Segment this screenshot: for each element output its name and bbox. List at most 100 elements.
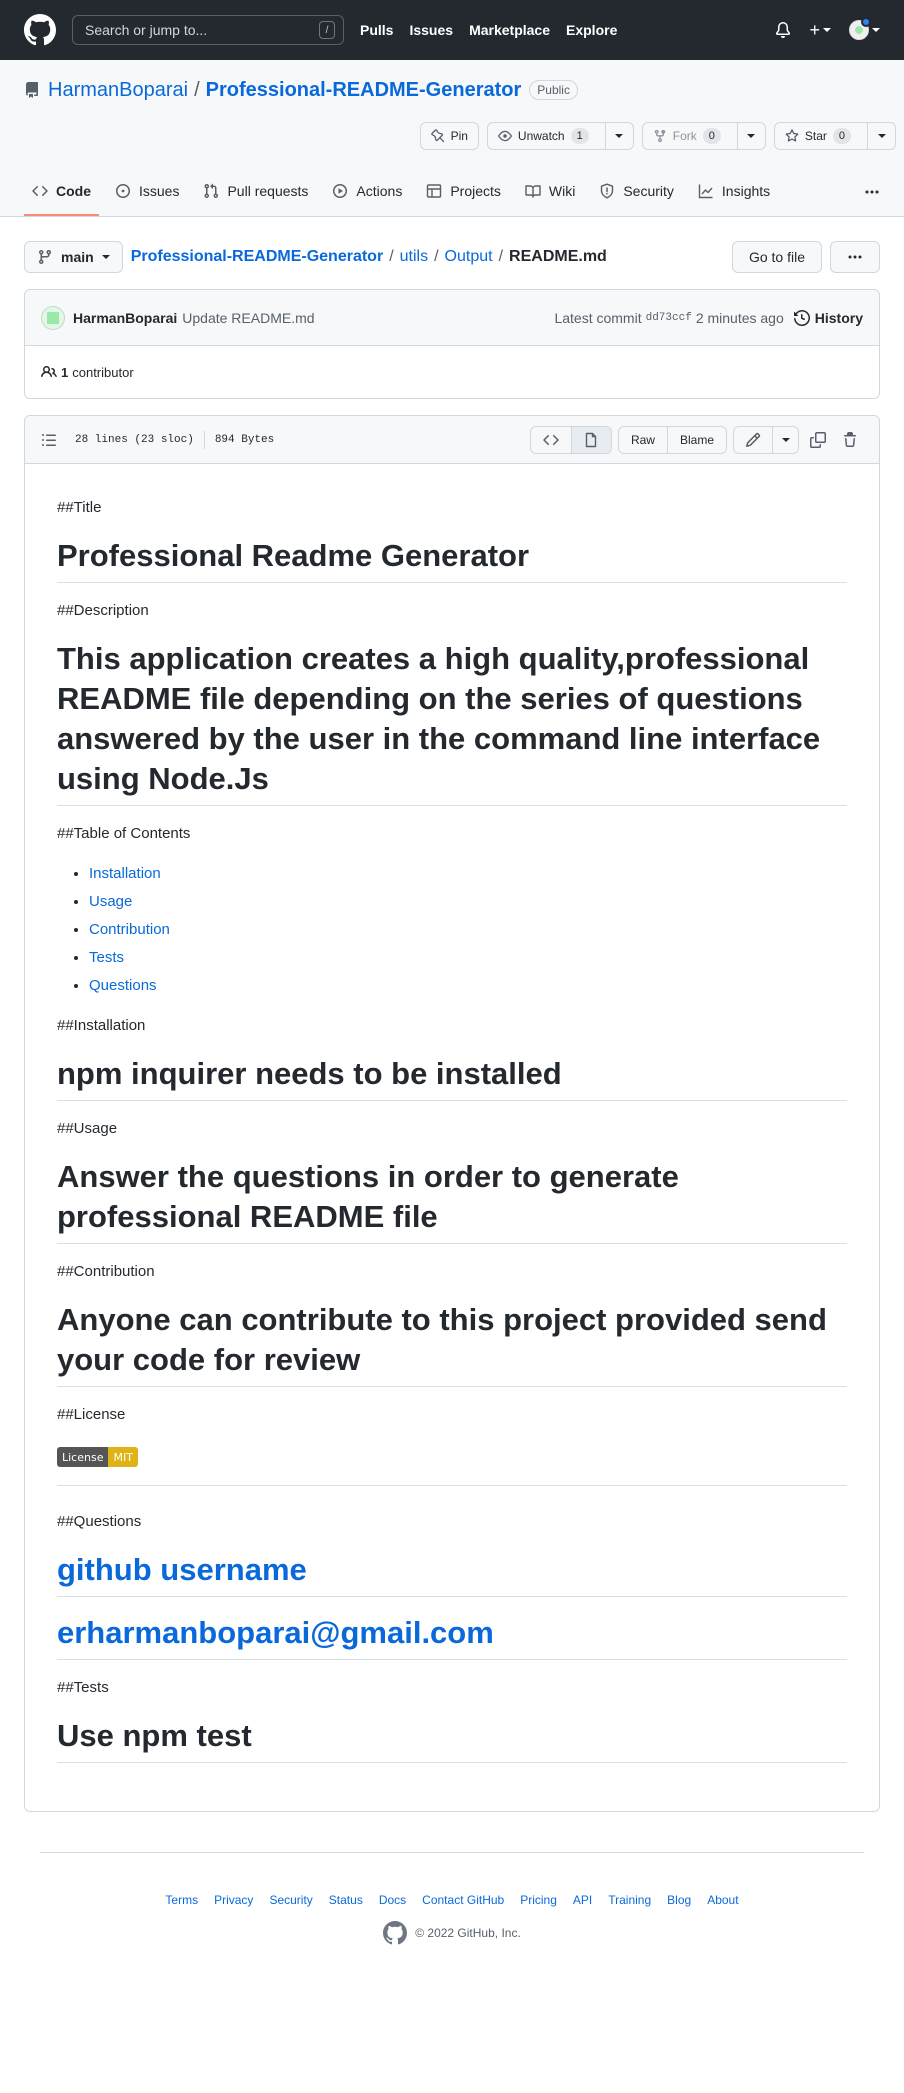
copy-button[interactable]: [805, 426, 831, 454]
tab-label: Code: [56, 183, 91, 199]
go-to-file-button[interactable]: Go to file: [731, 241, 822, 273]
breadcrumb: Professional-README-Generator / utils / …: [131, 248, 607, 266]
license-badge[interactable]: License MIT: [57, 1447, 138, 1467]
source-view-button[interactable]: [530, 426, 571, 453]
raw-button[interactable]: Raw: [618, 426, 667, 453]
tab-pull-requests[interactable]: Pull requests: [195, 168, 316, 216]
latest-commit-label: Latest commit: [554, 309, 642, 326]
more-tabs-button[interactable]: [864, 168, 880, 216]
code-icon: [543, 434, 559, 445]
watch-button[interactable]: Unwatch 1: [486, 122, 634, 150]
file-size: 894 Bytes: [214, 433, 275, 446]
search-input[interactable]: Search or jump to... /: [72, 15, 344, 45]
list-unordered-icon[interactable]: [41, 432, 57, 448]
footer-link-privacy[interactable]: Privacy: [214, 1893, 253, 1907]
tab-projects[interactable]: Projects: [418, 168, 509, 216]
file-icon: [586, 432, 597, 447]
blame-button[interactable]: Blame: [666, 426, 726, 453]
more-options-button[interactable]: [830, 241, 880, 273]
chevron-down-icon: [101, 255, 110, 259]
nav-marketplace[interactable]: Marketplace: [469, 22, 550, 38]
repo-name-link[interactable]: Professional-README-Generator: [206, 79, 522, 102]
avatar[interactable]: [41, 305, 65, 330]
star-button[interactable]: Star 0: [773, 122, 896, 150]
footer-copyright: © 2022 GitHub, Inc.: [40, 1921, 864, 1945]
md-email-link[interactable]: erharmanboparai@gmail.com: [57, 1613, 847, 1660]
edit-dropdown[interactable]: [772, 426, 798, 453]
footer-link-api[interactable]: API: [573, 1893, 592, 1907]
pull-request-icon: [204, 183, 219, 199]
repo-title: HarmanBoparai / Professional-README-Gene…: [0, 76, 904, 104]
toc-link-installation[interactable]: Installation: [89, 865, 161, 882]
bell-icon[interactable]: [775, 22, 791, 38]
footer-links: Terms Privacy Security Status Docs Conta…: [40, 1893, 864, 1907]
toc-item: Usage: [89, 890, 847, 914]
footer-link-docs[interactable]: Docs: [379, 1893, 406, 1907]
nav-explore[interactable]: Explore: [566, 22, 617, 38]
footer-link-contact[interactable]: Contact GitHub: [422, 1893, 504, 1907]
breadcrumb-utils[interactable]: utils: [400, 248, 428, 266]
md-title-marker: ##Title: [57, 499, 102, 516]
footer-link-terms[interactable]: Terms: [165, 1893, 198, 1907]
nav-issues[interactable]: Issues: [409, 22, 453, 38]
footer-link-pricing[interactable]: Pricing: [520, 1893, 557, 1907]
commit-hash-link[interactable]: dd73ccf: [646, 312, 692, 324]
footer-link-status[interactable]: Status: [329, 1893, 363, 1907]
shield-icon: [601, 183, 614, 199]
contributors-row[interactable]: 1 contributor: [25, 346, 879, 398]
history-label: History: [814, 309, 863, 326]
pencil-icon: [745, 432, 761, 447]
breadcrumb-separator: /: [389, 248, 394, 265]
user-menu[interactable]: [849, 17, 880, 40]
footer-link-security[interactable]: Security: [269, 1893, 312, 1907]
tab-wiki[interactable]: Wiki: [517, 168, 583, 216]
github-mark-icon[interactable]: [383, 1921, 408, 1945]
tab-insights[interactable]: Insights: [690, 168, 778, 216]
commit-meta: Latest commit dd73ccf 2 minutes ago: [554, 310, 783, 326]
delete-button[interactable]: [837, 426, 863, 454]
toc-link-questions[interactable]: Questions: [89, 977, 157, 994]
create-new-menu[interactable]: +: [809, 20, 831, 41]
md-toc-marker: ##Table of Contents: [57, 825, 191, 842]
global-nav: Pulls Issues Marketplace Explore: [360, 22, 633, 38]
rendered-view-button[interactable]: [570, 426, 611, 453]
tab-issues[interactable]: Issues: [107, 168, 187, 216]
commit-message-link[interactable]: Update README.md: [182, 310, 314, 326]
license-badge-value: MIT: [108, 1447, 138, 1467]
md-heading-contribution: Anyone can contribute to this project pr…: [57, 1300, 847, 1387]
toc-link-tests[interactable]: Tests: [89, 949, 124, 966]
chevron-down-icon: [823, 28, 831, 32]
repo-owner-link[interactable]: HarmanBoparai: [48, 79, 188, 102]
pin-button[interactable]: Pin: [419, 122, 479, 150]
toc-link-usage[interactable]: Usage: [89, 893, 132, 910]
chevron-down-icon: [747, 134, 756, 138]
footer-link-about[interactable]: About: [707, 1893, 738, 1907]
star-dropdown[interactable]: [867, 123, 895, 149]
eye-icon: [498, 130, 512, 142]
graph-icon: [698, 184, 713, 199]
branch-icon: [38, 250, 51, 265]
edit-button[interactable]: [734, 426, 772, 453]
md-github-link[interactable]: github username: [57, 1550, 847, 1597]
history-link[interactable]: History: [793, 309, 863, 326]
fork-button[interactable]: Fork 0: [641, 122, 766, 150]
watch-label: Unwatch: [517, 129, 565, 143]
md-heading-description: This application creates a high quality,…: [57, 639, 847, 806]
history-icon: [793, 309, 810, 326]
tab-code[interactable]: Code: [24, 168, 99, 216]
star-count: 0: [832, 128, 851, 144]
tab-actions[interactable]: Actions: [324, 168, 410, 216]
book-icon: [525, 185, 541, 198]
github-logo-icon[interactable]: [24, 14, 56, 46]
fork-dropdown[interactable]: [736, 123, 765, 149]
footer-link-blog[interactable]: Blog: [667, 1893, 691, 1907]
footer-link-training[interactable]: Training: [608, 1893, 651, 1907]
nav-pulls[interactable]: Pulls: [360, 22, 393, 38]
watch-dropdown[interactable]: [604, 123, 633, 149]
toc-link-contribution[interactable]: Contribution: [89, 921, 170, 938]
breadcrumb-output[interactable]: Output: [445, 248, 493, 266]
breadcrumb-root[interactable]: Professional-README-Generator: [131, 248, 384, 266]
branch-select[interactable]: main: [24, 241, 123, 273]
tab-security[interactable]: Security: [591, 168, 682, 216]
commit-author-link[interactable]: HarmanBoparai: [73, 310, 177, 326]
